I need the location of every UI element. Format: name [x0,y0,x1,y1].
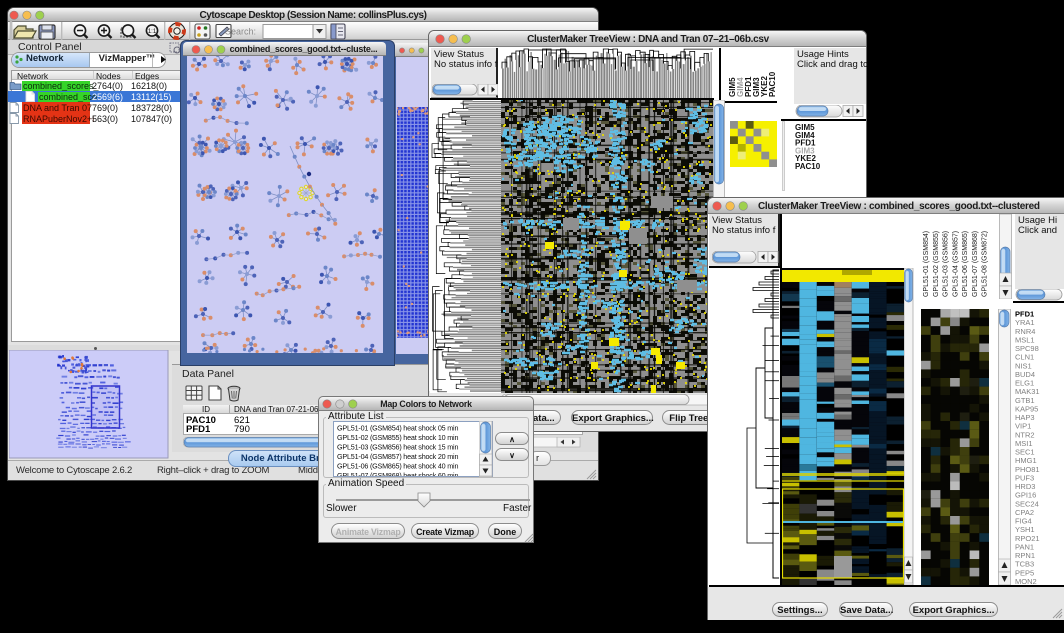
svg-text:2764(0): 2764(0) [92,81,123,91]
svg-text:GPL51-01 (GSM854) heat shock 0: GPL51-01 (GSM854) heat shock 05 min [337,423,458,432]
svg-text:769(0): 769(0) [92,103,118,113]
svg-text:DNA and Tran 07: DNA and Tran 07 [23,103,92,113]
svg-text:combined_scores_: combined_scores_ [23,81,100,91]
svg-text:563(0): 563(0) [92,114,118,124]
svg-text:16218(0): 16218(0) [131,81,167,91]
svg-text:GPL51-08 (GSM872): GPL51-08 (GSM872) [982,231,989,297]
svg-text:GPL51-06 (GSM865) heat shock 4: GPL51-06 (GSM865) heat shock 40 min [337,461,458,470]
svg-text:RNAPuberNov2+l: RNAPuberNov2+l [23,114,94,124]
svg-text:GPL51-06 (GSM865): GPL51-06 (GSM865) [962,231,969,297]
svg-text:2569(6): 2569(6) [92,92,123,102]
svg-text:GPL51-01 (GSM854): GPL51-01 (GSM854) [923,231,930,297]
svg-text:13112(15): 13112(15) [131,92,171,102]
svg-text:MON2: MON2 [1015,577,1037,585]
svg-text:GPL51-04 (GSM857) heat shock 2: GPL51-04 (GSM857) heat shock 20 min [337,452,458,461]
svg-text:GPL51-04 (GSM857): GPL51-04 (GSM857) [952,231,959,297]
svg-text:Search:: Search: [225,27,256,37]
svg-text:GPL51-07 (GSM868): GPL51-07 (GSM868) [972,231,979,297]
svg-text:combined_sco: combined_sco [39,92,97,102]
svg-text:183728(0): 183728(0) [131,103,172,113]
svg-text:GPL51-02 (GSM855) heat shock 1: GPL51-02 (GSM855) heat shock 10 min [337,433,458,442]
svg-text:GPL51-03 (GSM856) heat shock 1: GPL51-03 (GSM856) heat shock 15 min [337,442,458,451]
svg-text:GPL51-03 (GSM856): GPL51-03 (GSM856) [943,231,950,297]
svg-text:PAC10: PAC10 [768,71,777,97]
svg-text:GPL51-02 (GSM855): GPL51-02 (GSM855) [933,231,940,297]
svg-text:PAC10: PAC10 [795,162,821,171]
svg-text:GPL51-07 (GSM868) heat shock 6: GPL51-07 (GSM868) heat shock 60 min [337,471,458,477]
svg-text:107847(0): 107847(0) [131,114,172,124]
